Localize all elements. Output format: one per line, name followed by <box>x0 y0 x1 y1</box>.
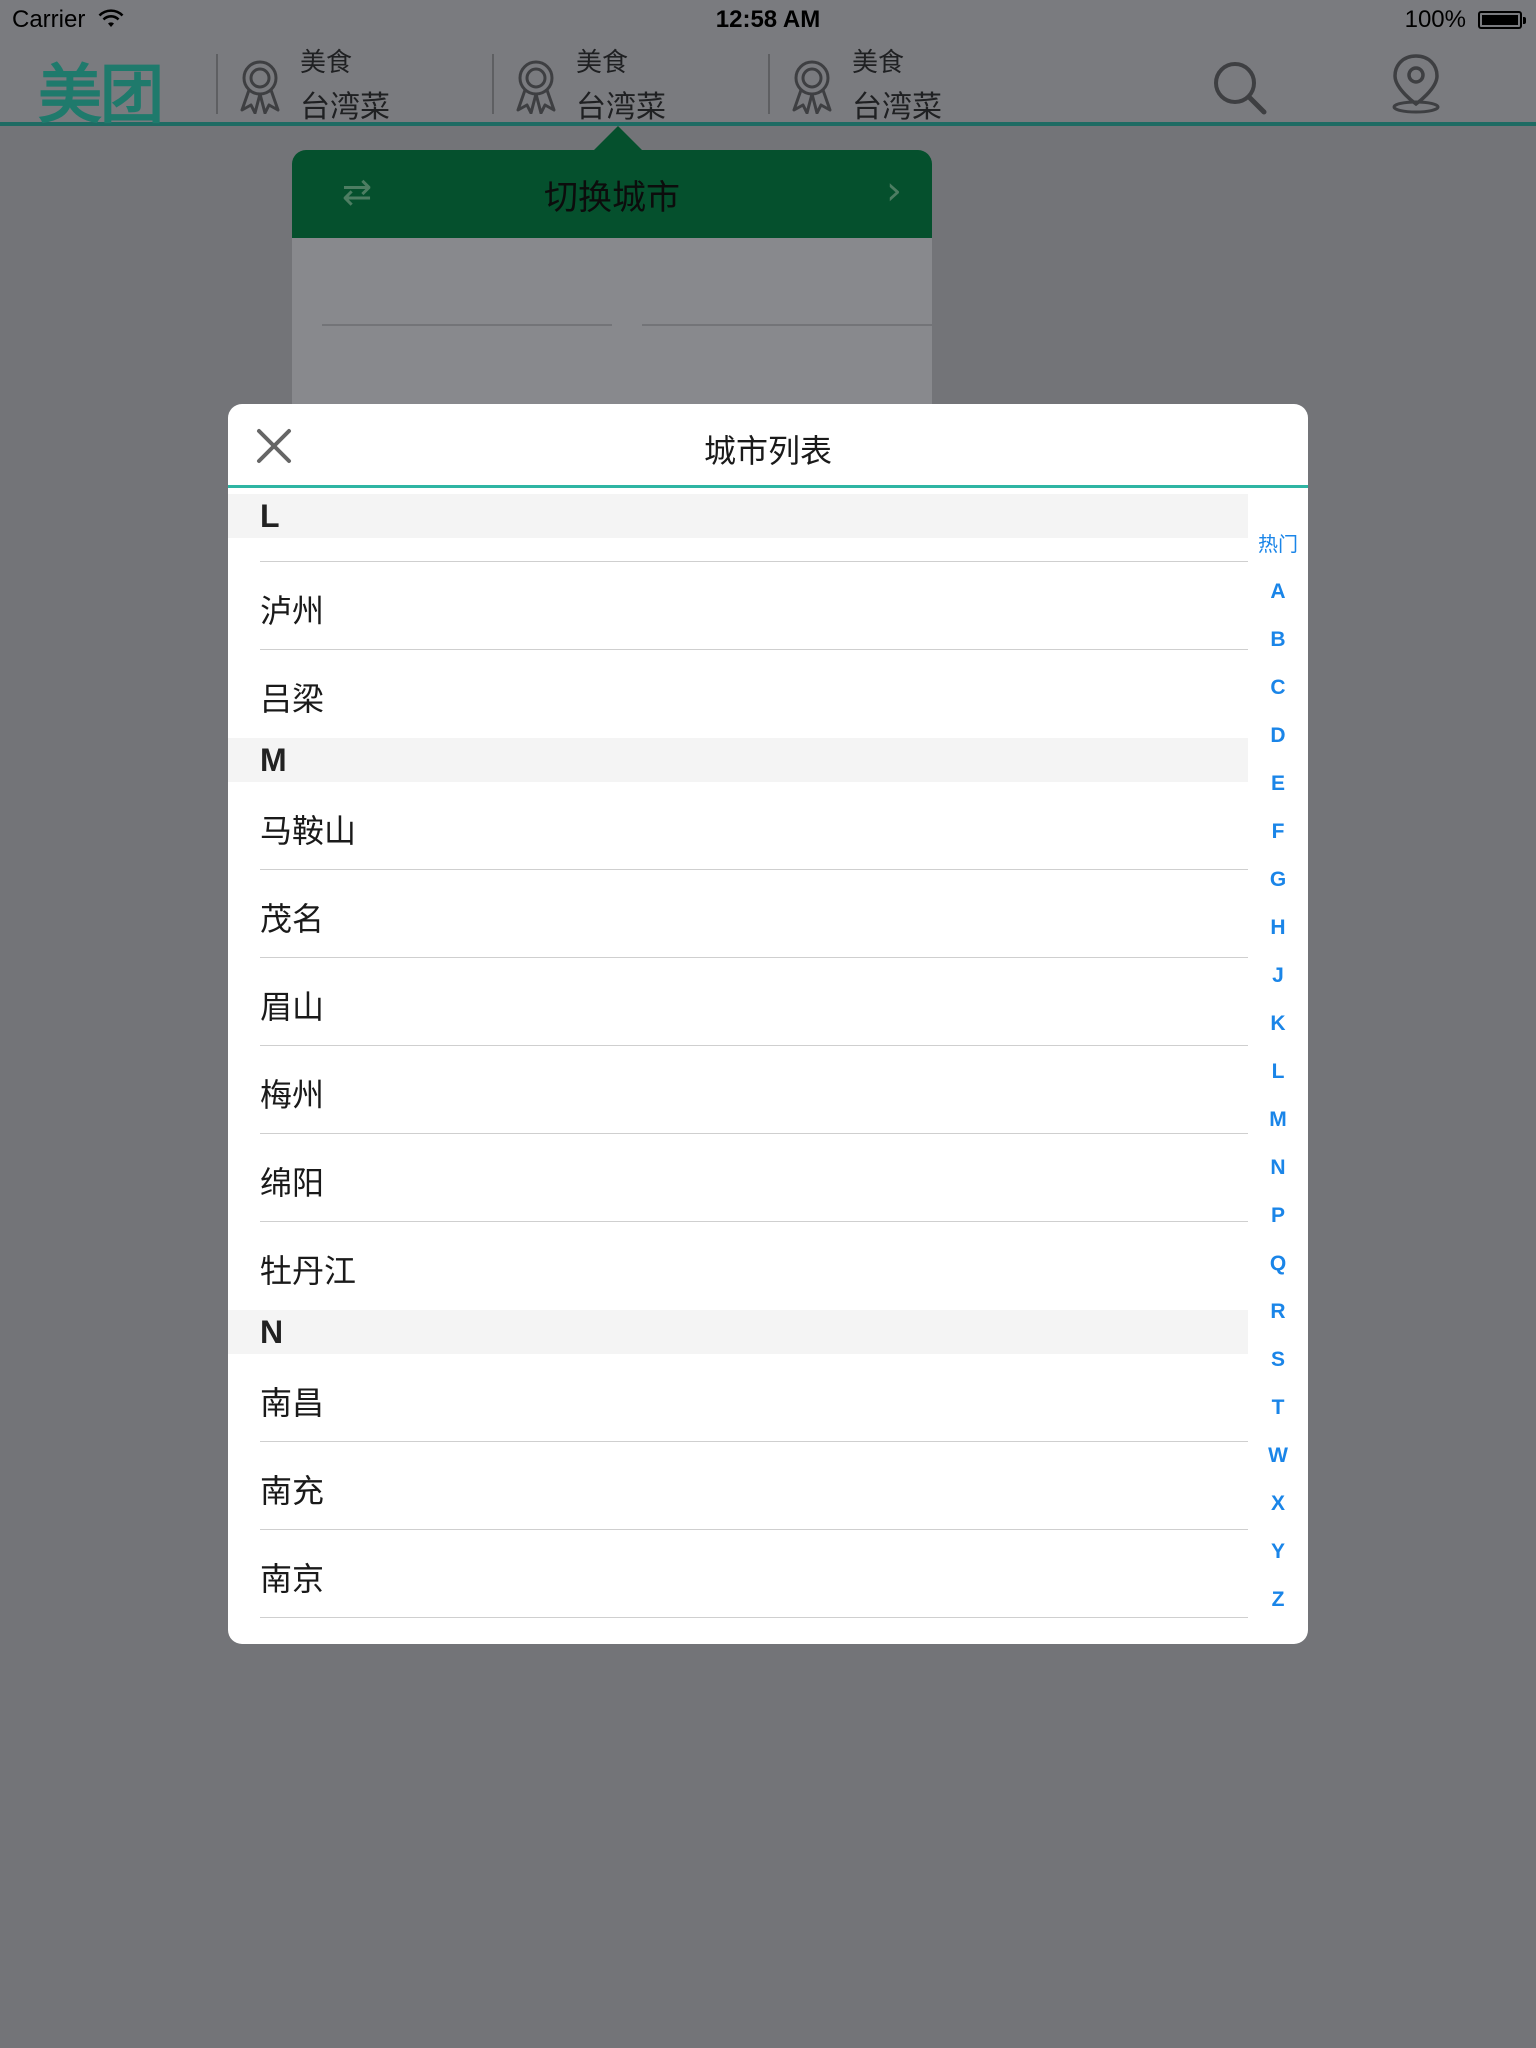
city-row[interactable]: 南昌 <box>228 1354 1248 1442</box>
index-j[interactable]: J <box>1248 952 1308 1000</box>
index-z[interactable]: Z <box>1248 1576 1308 1624</box>
nav-category-1[interactable]: 美食 台湾菜 <box>218 40 458 125</box>
section-header-n: N <box>228 1310 1248 1354</box>
nav-category-3[interactable]: 美食 台湾菜 <box>770 40 1010 125</box>
nav-category-2[interactable]: 美食 台湾菜 <box>494 40 734 125</box>
index-t[interactable]: T <box>1248 1384 1308 1432</box>
meituan-logo[interactable]: 美团 <box>38 44 164 136</box>
city-name: 绵阳 <box>260 1164 325 1202</box>
city-row[interactable]: 马鞍山 <box>228 782 1248 870</box>
city-switch-popover: ⇄ 切换城市 › <box>292 150 932 430</box>
location-pin-icon[interactable] <box>1388 52 1444 114</box>
city-name: 吕梁 <box>260 680 325 718</box>
index-r[interactable]: R <box>1248 1288 1308 1336</box>
award-ribbon-icon <box>516 60 556 114</box>
city-row[interactable]: 绵阳 <box>228 1134 1248 1222</box>
city-name: 茂名 <box>260 900 325 938</box>
popover-header: ⇄ 切换城市 › <box>292 150 932 238</box>
city-list[interactable]: L 泸州 吕梁 M 马鞍山 茂名 眉山 梅州 绵阳 牡丹江 N 南昌 南充 南京 <box>228 494 1248 1644</box>
index-k[interactable]: K <box>1248 1000 1308 1048</box>
chevron-right-icon[interactable]: › <box>886 168 902 214</box>
city-name: 梅州 <box>260 1076 325 1114</box>
index-b[interactable]: B <box>1248 616 1308 664</box>
city-row[interactable]: 南充 <box>228 1442 1248 1530</box>
city-row-partial[interactable] <box>228 1618 1248 1644</box>
popover-divider <box>322 324 612 326</box>
index-y[interactable]: Y <box>1248 1528 1308 1576</box>
city-name: 牡丹江 <box>260 1252 357 1290</box>
index-p[interactable]: P <box>1248 1192 1308 1240</box>
modal-title: 城市列表 <box>703 432 832 470</box>
index-h[interactable]: H <box>1248 904 1308 952</box>
popover-divider <box>642 324 932 326</box>
clock: 12:58 AM <box>715 6 821 33</box>
index-q[interactable]: Q <box>1248 1240 1308 1288</box>
section-header-l: L <box>228 494 1248 538</box>
city-row[interactable]: 梅州 <box>228 1046 1248 1134</box>
city-row[interactable]: 茂名 <box>228 870 1248 958</box>
nav-category-1-top: 美食 <box>300 48 353 78</box>
nav-category-3-bottom: 台湾菜 <box>852 90 942 125</box>
alphabet-index[interactable]: 热门 A B C D E F G H J K L M N P Q R S T W… <box>1248 520 1308 1620</box>
top-nav-bar: 美团 美食 台湾菜 美食 台湾菜 美食 台湾菜 <box>0 40 1536 133</box>
index-w[interactable]: W <box>1248 1432 1308 1480</box>
city-name: 泸州 <box>260 592 325 630</box>
section-header-m: M <box>228 738 1248 782</box>
city-row[interactable]: 泸州 <box>228 562 1248 650</box>
city-row[interactable]: 吕梁 <box>228 650 1248 738</box>
city-name: 南京 <box>260 1560 325 1598</box>
nav-category-1-bottom: 台湾菜 <box>300 90 390 125</box>
search-icon[interactable] <box>1210 58 1268 116</box>
city-row[interactable]: 牡丹江 <box>228 1222 1248 1310</box>
city-name: 南昌 <box>260 1384 325 1422</box>
award-ribbon-icon <box>240 60 280 114</box>
index-d[interactable]: D <box>1248 712 1308 760</box>
index-hot[interactable]: 热门 <box>1248 520 1308 568</box>
index-c[interactable]: C <box>1248 664 1308 712</box>
index-m[interactable]: M <box>1248 1096 1308 1144</box>
popover-title[interactable]: 切换城市 <box>292 170 932 219</box>
nav-category-3-top: 美食 <box>852 48 905 78</box>
index-x[interactable]: X <box>1248 1480 1308 1528</box>
nav-category-2-top: 美食 <box>576 48 629 78</box>
city-list-modal: 城市列表 L 泸州 吕梁 M 马鞍山 茂名 眉山 梅州 绵阳 牡丹江 N 南昌 … <box>228 404 1308 1644</box>
index-f[interactable]: F <box>1248 808 1308 856</box>
city-row[interactable]: 南京 <box>228 1530 1248 1618</box>
city-name: 眉山 <box>260 988 325 1026</box>
index-e[interactable]: E <box>1248 760 1308 808</box>
index-n[interactable]: N <box>1248 1144 1308 1192</box>
list-spacer <box>228 538 1248 562</box>
battery-percent: 100% <box>1404 6 1466 33</box>
index-s[interactable]: S <box>1248 1336 1308 1384</box>
index-g[interactable]: G <box>1248 856 1308 904</box>
nav-category-2-bottom: 台湾菜 <box>576 90 666 125</box>
city-row[interactable]: 眉山 <box>228 958 1248 1046</box>
status-bar: Carrier 12:58 AM 100% <box>0 0 1536 40</box>
popover-arrow <box>592 126 644 152</box>
city-name: 马鞍山 <box>260 812 357 850</box>
index-l[interactable]: L <box>1248 1048 1308 1096</box>
battery-icon <box>1478 11 1526 29</box>
modal-header: 城市列表 <box>228 404 1308 488</box>
index-a[interactable]: A <box>1248 568 1308 616</box>
city-name: 南充 <box>260 1472 325 1510</box>
award-ribbon-icon <box>792 60 832 114</box>
